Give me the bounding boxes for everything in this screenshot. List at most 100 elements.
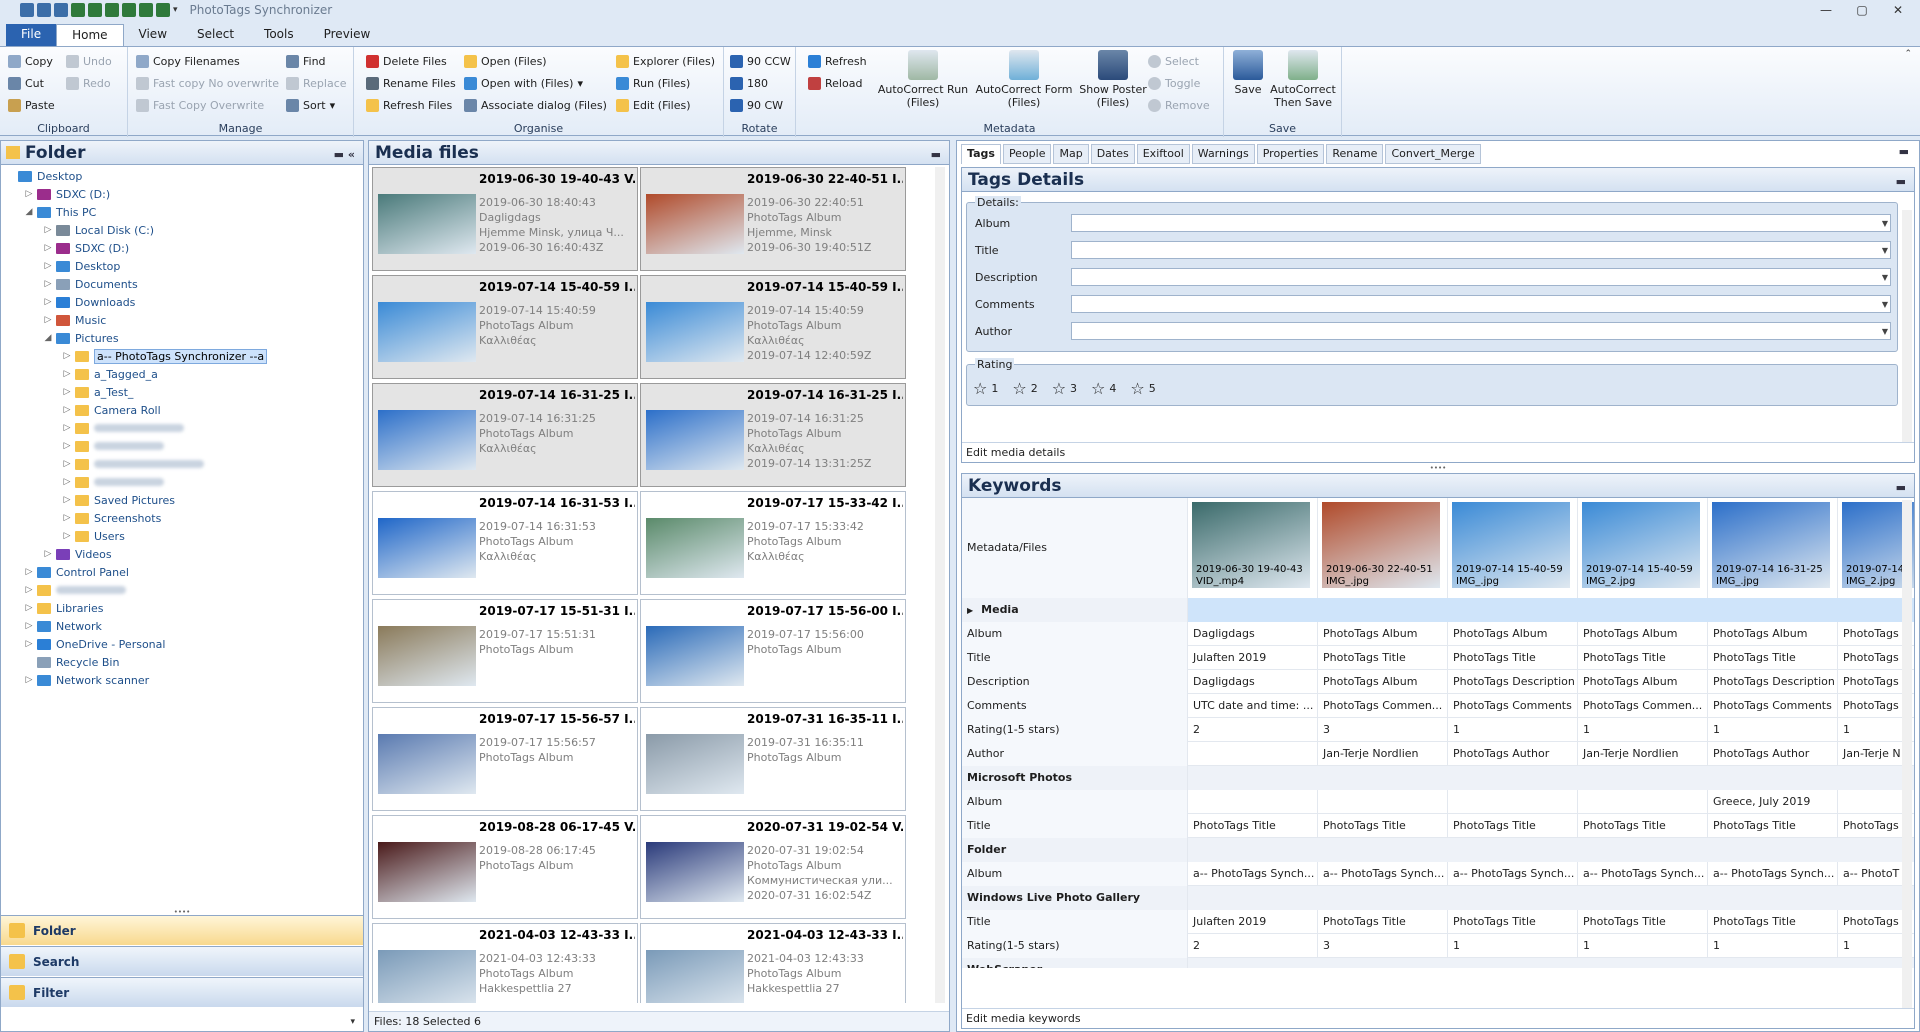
- expand-arrow-icon[interactable]: ▷: [43, 549, 53, 559]
- media-thumbnail[interactable]: [378, 734, 476, 794]
- splitter-grip[interactable]: ••••: [957, 465, 1919, 472]
- tab-dates[interactable]: Dates: [1090, 144, 1135, 164]
- tree-node[interactable]: ▷ Local Disk (C:): [43, 221, 155, 239]
- field-input-album[interactable]: ▼: [1071, 214, 1891, 232]
- grid-icon-2[interactable]: [105, 3, 119, 17]
- table-cell[interactable]: PhotoTags Album: [1318, 670, 1448, 694]
- table-cell[interactable]: Dagligdags: [1188, 670, 1318, 694]
- expand-arrow-icon[interactable]: ▷: [24, 603, 34, 613]
- table-cell[interactable]: PhotoTags Album: [1578, 622, 1708, 646]
- tab-home[interactable]: Home: [56, 24, 124, 46]
- chevron-down-icon[interactable]: ▼: [1882, 327, 1888, 336]
- rotate-180-button[interactable]: 180: [730, 74, 768, 92]
- tree-node[interactable]: ▷ a_Test_: [62, 383, 134, 401]
- tree-node[interactable]: ▷ SDXC (D:): [43, 239, 130, 257]
- table-cell[interactable]: 3: [1318, 718, 1448, 742]
- media-card[interactable]: 2019-07-14 16-31-25 I... 2019-07-14 16:31…: [372, 383, 638, 487]
- tree-node[interactable]: ▷ Control Panel: [24, 563, 129, 581]
- file-column-header[interactable]: 2019-07-14 15-40-59 IMG_.jpg: [1448, 498, 1578, 598]
- table-cell[interactable]: PhotoTags Comments: [1708, 694, 1838, 718]
- group-label[interactable]: Microsoft Photos: [962, 766, 1188, 790]
- chevron-down-icon[interactable]: ▼: [1882, 300, 1888, 309]
- expand-arrow-icon[interactable]: ◢: [24, 207, 34, 217]
- expand-arrow-icon[interactable]: ▷: [62, 513, 72, 523]
- refresh-button[interactable]: Refresh: [808, 52, 867, 70]
- table-cell[interactable]: PhotoTags Title: [1708, 814, 1838, 838]
- expand-arrow-icon[interactable]: ▷: [62, 423, 72, 433]
- table-cell[interactable]: 1: [1578, 718, 1708, 742]
- rating-option[interactable]: ☆ 5: [1130, 379, 1155, 398]
- grid-icon-5[interactable]: [156, 3, 170, 17]
- associate-dialog-button[interactable]: Associate dialog (Files): [464, 96, 607, 114]
- media-thumbnail[interactable]: [646, 950, 744, 1003]
- save-icon[interactable]: [20, 3, 34, 17]
- group-label[interactable]: Folder: [962, 838, 1188, 862]
- media-thumbnail[interactable]: [646, 410, 744, 470]
- table-cell[interactable]: PhotoTags Album: [1578, 670, 1708, 694]
- tree-node[interactable]: ▷ Music: [43, 311, 107, 329]
- table-cell[interactable]: PhotoTags Title: [1448, 814, 1578, 838]
- qat-dropdown-icon[interactable]: ▾: [173, 5, 178, 15]
- table-cell[interactable]: PhotoTags Author: [1448, 742, 1578, 766]
- group-label[interactable]: Windows Live Photo Gallery: [962, 886, 1188, 910]
- field-input-description[interactable]: ▼: [1071, 268, 1891, 286]
- maximize-button[interactable]: ▢: [1844, 0, 1880, 20]
- undo-button[interactable]: Undo: [66, 52, 112, 70]
- table-cell[interactable]: PhotoTags Description: [1708, 670, 1838, 694]
- table-cell[interactable]: [1578, 790, 1708, 814]
- table-cell[interactable]: PhotoTags Title: [1318, 814, 1448, 838]
- media-card[interactable]: 2019-07-14 16-31-25 I... 2019-07-14 16:31…: [640, 383, 906, 487]
- media-card[interactable]: 2019-07-17 15-56-00 I... 2019-07-17 15:56…: [640, 599, 906, 703]
- toggle-button[interactable]: Toggle: [1148, 74, 1200, 92]
- rating-option[interactable]: ☆ 2: [1012, 379, 1037, 398]
- minimize-button[interactable]: —: [1808, 0, 1844, 20]
- expand-arrow-icon[interactable]: ▷: [62, 387, 72, 397]
- tree-node[interactable]: ▷ Downloads: [43, 293, 136, 311]
- table-cell[interactable]: Julaften 2019: [1188, 646, 1318, 670]
- open-with-button[interactable]: Open with (Files) ▾: [464, 74, 583, 92]
- table-cell[interactable]: Julaften 2019: [1188, 910, 1318, 934]
- table-cell[interactable]: 1: [1578, 934, 1708, 958]
- expand-arrow-icon[interactable]: ▷: [62, 495, 72, 505]
- panel-maximize-icon[interactable]: ▬: [931, 143, 941, 167]
- expand-arrow-icon[interactable]: ▷: [43, 297, 53, 307]
- tree-node[interactable]: ▷ Network: [24, 617, 102, 635]
- table-cell[interactable]: PhotoTags Title: [1188, 814, 1318, 838]
- tree-node[interactable]: ▷ a-- PhotoTags Synchronizer --a: [62, 347, 268, 365]
- tab-select[interactable]: Select: [182, 24, 249, 46]
- media-thumbnail[interactable]: [378, 410, 476, 470]
- panel-maximize-icon[interactable]: ▬: [1896, 170, 1906, 194]
- table-cell[interactable]: 1: [1708, 934, 1838, 958]
- tree-node[interactable]: ▷ Users: [62, 527, 125, 545]
- table-cell[interactable]: PhotoTags Title: [1578, 646, 1708, 670]
- fast-copy-overwrite-button[interactable]: Fast Copy Overwrite: [136, 96, 264, 114]
- field-input-comments[interactable]: ▼: [1071, 295, 1891, 313]
- edit-files-button[interactable]: Edit (Files): [616, 96, 691, 114]
- copy-filenames-button[interactable]: Copy Filenames: [136, 52, 240, 70]
- media-card[interactable]: 2019-07-14 16-31-53 I... 2019-07-14 16:31…: [372, 491, 638, 595]
- table-cell[interactable]: Greece, July 2019: [1708, 790, 1838, 814]
- table-cell[interactable]: 2: [1188, 718, 1318, 742]
- tree-node[interactable]: Desktop: [5, 167, 82, 185]
- table-cell[interactable]: 1: [1708, 718, 1838, 742]
- refresh-icon[interactable]: [71, 3, 85, 17]
- autocorrect-run-button[interactable]: AutoCorrect Run (Files): [876, 50, 970, 109]
- media-thumbnail[interactable]: [646, 842, 744, 902]
- tree-node[interactable]: ▷ Screenshots: [62, 509, 162, 527]
- table-cell[interactable]: 1: [1448, 718, 1578, 742]
- table-cell[interactable]: PhotoTags Album: [1448, 622, 1578, 646]
- tree-node[interactable]: ▷ Network scanner: [24, 671, 150, 689]
- group-label[interactable]: WebScraper: [962, 958, 1188, 968]
- tab-view[interactable]: View: [124, 24, 182, 46]
- redo-button[interactable]: Redo: [66, 74, 111, 92]
- media-card[interactable]: 2019-07-17 15-51-31 I... 2019-07-17 15:51…: [372, 599, 638, 703]
- table-cell[interactable]: Dagligdags: [1188, 622, 1318, 646]
- tab-rename[interactable]: Rename: [1326, 144, 1384, 164]
- media-thumbnail[interactable]: [646, 518, 744, 578]
- media-thumbnail[interactable]: [646, 194, 744, 254]
- tree-node[interactable]: ▷ OneDrive - Personal: [24, 635, 166, 653]
- tab-people[interactable]: People: [1002, 144, 1052, 164]
- panel-pin-icon[interactable]: ▬ «: [334, 143, 355, 167]
- media-card[interactable]: 2019-06-30 22-40-51 I... 2019-06-30 22:40…: [640, 167, 906, 271]
- reload-button[interactable]: Reload: [808, 74, 862, 92]
